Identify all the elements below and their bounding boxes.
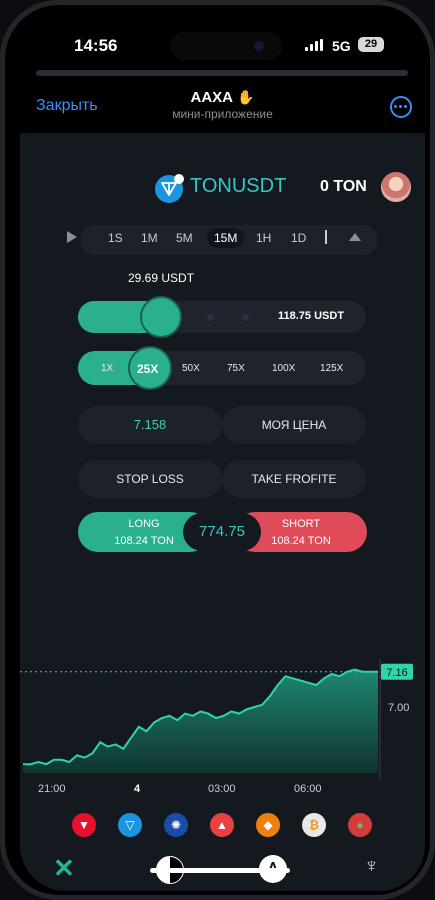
y-tick-label: 7.00 (388, 702, 409, 714)
timeframe-1h[interactable]: 1H (256, 231, 271, 245)
amount-max: 118.75 USDT (278, 310, 345, 322)
battery-icon: 29 (358, 37, 384, 52)
leverage-50x[interactable]: 50X (182, 363, 200, 374)
timeframe-1d[interactable]: 1D (291, 231, 306, 245)
leverage-1x[interactable]: 1X (101, 363, 113, 374)
ton-coin-icon[interactable]: ▽ (118, 813, 142, 837)
bottom-nav: ✕ Λ ♆ (20, 843, 425, 891)
timeframe-1s[interactable]: 1S (108, 231, 123, 245)
dot-icon (404, 105, 407, 108)
current-price-badge: 774.75 (183, 513, 261, 551)
timeframe-1m[interactable]: 1M (141, 231, 158, 245)
shiba-coin-icon[interactable]: ◆ (256, 813, 280, 837)
ton-logo-icon (155, 174, 184, 203)
take-profit-button[interactable]: TAKE FROFITE (222, 460, 366, 498)
camera-icon (254, 41, 264, 51)
more-options-button[interactable] (390, 96, 412, 118)
leverage-125x[interactable]: 125X (320, 363, 343, 374)
x-tick-label: 21:00 (38, 783, 66, 795)
network-type: 5G (332, 38, 351, 54)
x-logo-icon[interactable]: ✕ (53, 853, 75, 884)
app-subtitle: мини-приложение (172, 107, 273, 121)
slider-step-dot (242, 314, 249, 321)
signal-icon (305, 39, 325, 51)
leverage-100x[interactable]: 100X (272, 363, 295, 374)
leverage-75x[interactable]: 75X (227, 363, 245, 374)
avalanche-coin-icon[interactable]: ▲ (210, 813, 234, 837)
x-tick-label: 03:00 (208, 783, 236, 795)
stop-loss-button[interactable]: STOP LOSS (78, 460, 222, 498)
chevron-up-icon[interactable] (349, 233, 361, 241)
slider-step-dot (207, 314, 214, 321)
cardano-coin-icon[interactable]: ✺ (164, 813, 188, 837)
app-handle-bar (36, 70, 408, 76)
app-title: AAXA ✋ (20, 89, 425, 106)
trading-panel: TONUSDT 0 TON 1S 1M 5M 15M 1H 1D 29.69 U… (20, 133, 425, 891)
screen: 14:56 5G 29 Закрыть AAXA ✋ мини-приложени… (20, 19, 425, 891)
bitcoin-coin-icon[interactable]: ₿ (302, 813, 326, 837)
pair-symbol[interactable]: TONUSDT (190, 175, 286, 198)
price-chart[interactable]: 7.16 7.00 (20, 659, 425, 779)
separator (325, 230, 327, 244)
price-area (23, 669, 378, 773)
wallet-balance: 0 TON (320, 178, 367, 195)
timeframe-15m[interactable]: 15M (207, 228, 245, 248)
mini-app-header: Закрыть AAXA ✋ мини-приложение (20, 79, 425, 133)
tron-coin-icon[interactable]: ▼ (72, 813, 96, 837)
avatar[interactable] (381, 172, 411, 202)
phone-frame: 14:56 5G 29 Закрыть AAXA ✋ мини-приложени… (0, 0, 435, 900)
x-tick-label: 06:00 (294, 783, 322, 795)
badge-icon (174, 174, 184, 184)
amount-current: 29.69 USDT (128, 271, 195, 285)
status-time: 14:56 (74, 36, 118, 55)
jedi-emblem-icon[interactable]: ♆ (364, 855, 379, 878)
current-price-label: 7.16 (386, 667, 407, 679)
timeframe-5m[interactable]: 5M (176, 231, 193, 245)
play-icon[interactable] (67, 231, 77, 243)
x-tick-label: 4 (134, 783, 141, 795)
price-input[interactable]: 7.158 (78, 406, 222, 444)
leverage-25x[interactable]: 25X (137, 362, 158, 376)
home-indicator[interactable] (150, 868, 290, 873)
amount-slider-handle[interactable] (140, 296, 182, 338)
pepe-coin-icon[interactable]: ● (348, 813, 372, 837)
dynamic-island (170, 32, 282, 60)
hamsa-icon: ✋ (237, 89, 255, 105)
phone-bezel: 14:56 5G 29 Закрыть AAXA ✋ мини-приложени… (5, 5, 430, 895)
status-bar: 14:56 5G 29 (20, 19, 425, 79)
my-price-button[interactable]: МОЯ ЦЕНА (222, 406, 366, 444)
dot-icon (399, 105, 402, 108)
app-title-text: AAXA (190, 89, 234, 106)
dot-icon (394, 105, 397, 108)
